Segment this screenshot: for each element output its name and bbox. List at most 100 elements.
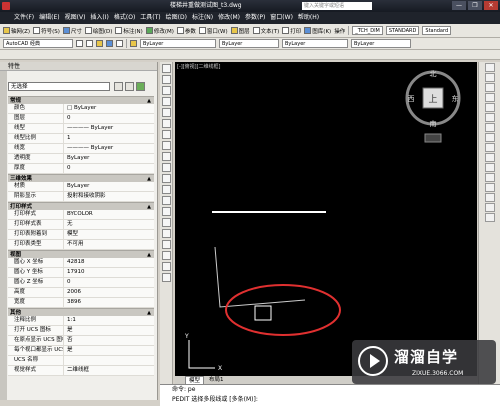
plotstyle-select[interactable]: ByLayer (351, 39, 411, 48)
toolbar-dim[interactable]: 尺寸 (62, 27, 82, 35)
section-misc[interactable]: 其他 ▲ (8, 308, 154, 316)
insert-block-icon[interactable] (162, 185, 171, 194)
prop-row[interactable]: 线型比例 1 (8, 134, 154, 144)
linetype-select[interactable]: ByLayer (282, 39, 348, 48)
hatch-icon[interactable] (162, 218, 171, 227)
prop-row[interactable]: 注释比例 1:1 (8, 316, 154, 326)
toolbar-modify[interactable]: 修改(M) (145, 27, 174, 35)
section-3d-effects[interactable]: 三维效果 ▲ (8, 174, 154, 182)
gradient-icon[interactable] (162, 229, 171, 238)
menu-insert[interactable]: 插入(I) (90, 12, 108, 24)
ellipse-icon[interactable] (162, 163, 171, 172)
new-file-icon[interactable] (86, 40, 93, 47)
add-selected-icon[interactable] (162, 273, 171, 282)
toolbar-layer[interactable]: 图层 (230, 27, 250, 35)
close-button[interactable]: ✕ (484, 1, 498, 10)
prop-row[interactable]: 材质 ByLayer (8, 182, 154, 192)
spline-icon[interactable] (162, 152, 171, 161)
compass-east[interactable]: 东 (452, 94, 459, 103)
menu-format[interactable]: 格式(O) (114, 12, 135, 24)
maximize-button[interactable]: ❐ (468, 1, 482, 10)
menu-parametric[interactable]: 参数(P) (245, 12, 265, 24)
ellipse-arc-icon[interactable] (162, 174, 171, 183)
toggle-pickadd-icon[interactable] (114, 82, 123, 91)
prop-row[interactable]: 线型 ———— ByLayer (8, 124, 154, 134)
text-style-select[interactable]: STANDARD (385, 26, 420, 35)
toolbar-annotate[interactable]: 标注(N) (115, 27, 143, 35)
prop-row[interactable]: 每个视口都显示 UCS 是 (8, 346, 154, 356)
compass-south[interactable]: 南 (430, 119, 437, 128)
prop-row[interactable]: 宽度 3896 (8, 298, 154, 308)
circle-icon[interactable] (162, 130, 171, 139)
layer-select[interactable]: ByLayer (140, 39, 216, 48)
region-icon[interactable] (162, 240, 171, 249)
toolbar-param[interactable]: 参数 (176, 27, 196, 35)
selection-select[interactable]: 无选择 (8, 82, 110, 91)
copy-icon[interactable] (485, 73, 495, 82)
toolbar-symbol[interactable]: 符号(S) (33, 27, 60, 35)
menu-modify[interactable]: 修改(M) (218, 12, 240, 24)
section-general[interactable]: 常规 ▲ (8, 96, 154, 104)
autocad-logo-icon[interactable] (2, 2, 10, 10)
rectangle-icon[interactable] (162, 108, 171, 117)
table-icon[interactable] (162, 251, 171, 260)
command-line[interactable]: 命令: pe PEDIT 选择多段线或 [多条(M)]: (160, 384, 500, 406)
polygon-icon[interactable] (162, 97, 171, 106)
minimize-button[interactable]: — (452, 1, 466, 10)
construction-line-icon[interactable] (162, 75, 171, 84)
prop-row[interactable]: 高度 2006 (8, 288, 154, 298)
prop-row[interactable]: 圆心 Y 坐标 17910 (8, 268, 154, 278)
array-icon[interactable] (485, 103, 495, 112)
chamfer-icon[interactable] (485, 193, 495, 202)
layer-manager-icon[interactable] (130, 40, 137, 47)
prop-row[interactable]: 厚度 0 (8, 164, 154, 174)
prop-row[interactable]: 打开 UCS 图标是 (8, 326, 154, 336)
make-block-icon[interactable] (162, 196, 171, 205)
gear-icon[interactable] (76, 40, 83, 47)
prop-row[interactable]: 圆心 X 坐标 42818 (8, 258, 154, 268)
prop-row[interactable]: 颜色 □ ByLayer (8, 104, 154, 114)
open-folder-icon[interactable] (96, 40, 103, 47)
toolbar-operate[interactable]: 操作 (334, 27, 345, 35)
menu-help[interactable]: 帮助(H) (298, 12, 319, 24)
section-plot-style[interactable]: 打印样式 ▲ (8, 202, 154, 210)
toolbar-library[interactable]: 图库(K) (304, 27, 331, 35)
break-icon[interactable] (485, 173, 495, 182)
prop-row[interactable]: 透明度 ByLayer (8, 154, 154, 164)
toolbar-axis[interactable]: 轴网(Z) (3, 27, 30, 35)
toolbar-draw[interactable]: 绘图(D) (84, 27, 112, 35)
prop-row[interactable]: 打印样式表无 (8, 220, 154, 230)
compass-west[interactable]: 西 (408, 95, 415, 103)
dim-style-select[interactable]: _TCH_DIM (352, 26, 383, 35)
viewport-label[interactable]: [-][俯视][二维线框] (175, 62, 223, 71)
menu-window[interactable]: 窗口(W) (270, 12, 293, 24)
explode-icon[interactable] (485, 213, 495, 222)
palette-side-bar[interactable] (0, 71, 7, 400)
search-input[interactable]: 键入关键字或短语 (302, 2, 372, 10)
section-view[interactable]: 视图 ▲ (8, 250, 154, 258)
polyline-icon[interactable] (162, 86, 171, 95)
select-objects-icon[interactable] (125, 82, 134, 91)
stretch-icon[interactable] (485, 143, 495, 152)
toolbar-print[interactable]: 打印 (282, 27, 301, 35)
table-style-select[interactable]: Standard (422, 26, 452, 35)
quick-select-icon[interactable] (136, 82, 145, 91)
trim-icon[interactable] (485, 153, 495, 162)
prop-row[interactable]: 视觉样式 二维线框 (8, 366, 154, 376)
arc-icon[interactable] (162, 119, 171, 128)
prop-row[interactable]: 打印表类型 不可用 (8, 240, 154, 250)
revcloud-icon[interactable] (162, 141, 171, 150)
prop-row[interactable]: 图层 0 (8, 114, 154, 124)
drawing-canvas[interactable]: [-][俯视][二维线框] 上 北 南 东 西 Y X (175, 62, 477, 376)
offset-icon[interactable] (485, 93, 495, 102)
menu-dimension[interactable]: 标注(N) (192, 12, 213, 24)
command-prompt[interactable]: PEDIT 选择多段线或 [多条(M)]: (160, 395, 500, 405)
fillet-icon[interactable] (485, 203, 495, 212)
prop-row[interactable]: 线宽 ———— ByLayer (8, 144, 154, 154)
point-icon[interactable] (162, 207, 171, 216)
join-icon[interactable] (485, 183, 495, 192)
rotate-icon[interactable] (485, 123, 495, 132)
prop-row[interactable]: 圆心 Z 坐标 0 (8, 278, 154, 288)
erase-icon[interactable] (485, 63, 495, 72)
menu-draw[interactable]: 绘图(D) (166, 12, 187, 24)
